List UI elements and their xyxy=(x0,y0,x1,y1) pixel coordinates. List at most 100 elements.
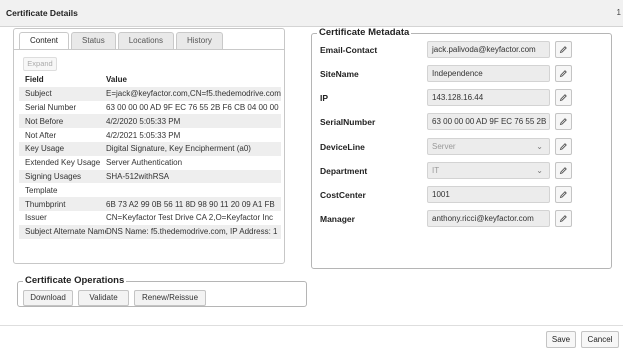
field-name: Extended Key Usage xyxy=(25,158,101,168)
tab-content[interactable]: Content xyxy=(19,32,70,49)
department-value: IT xyxy=(432,166,440,175)
metadata-label: CostCenter xyxy=(320,190,366,200)
table-row[interactable]: Thumbprint 6B 73 A2 99 0B 56 11 8D 98 90 … xyxy=(19,197,281,211)
column-header-field[interactable]: Field xyxy=(19,75,106,84)
field-value: Digital Signature, Key Encipherment (a0) xyxy=(106,144,251,154)
manager-field[interactable]: anthony.ricci@keyfactor.com xyxy=(427,210,550,227)
chevron-down-icon: ⌄ xyxy=(536,142,543,151)
metadata-row-serialnumber: SerialNumber 63 00 00 00 AD 9F EC 76 55 … xyxy=(312,113,613,130)
department-select[interactable]: IT ⌄ xyxy=(427,162,550,179)
edit-button[interactable] xyxy=(555,138,572,155)
metadata-row-ip: IP 143.128.16.44 xyxy=(312,89,613,106)
pencil-icon xyxy=(559,118,567,126)
table-row[interactable]: Issuer CN=Keyfactor Test Drive CA 2,O=Key… xyxy=(19,211,281,225)
tab-divider xyxy=(14,49,284,50)
field-value: DNS Name: f5.thedemodrive.com, IP Addres… xyxy=(106,227,278,237)
certificate-operations: Certificate Operations Download Validate… xyxy=(17,275,307,307)
pencil-icon xyxy=(559,215,567,223)
field-name: Not After xyxy=(25,130,57,140)
tab-bar: Content Status Locations History xyxy=(19,32,225,49)
field-name: Signing Usages xyxy=(25,171,82,181)
table-row[interactable]: Not After 4/2/2021 5:05:33 PM xyxy=(19,128,281,142)
field-name: Subject xyxy=(25,89,52,99)
certificate-metadata: Certificate Metadata Email-Contact jack.… xyxy=(311,27,613,269)
field-name: Subject Alternate Names xyxy=(25,227,106,237)
ip-field[interactable]: 143.128.16.44 xyxy=(427,89,550,106)
sitename-field[interactable]: Independence xyxy=(427,65,550,82)
field-value: 6B 73 A2 99 0B 56 11 8D 98 90 11 20 09 A… xyxy=(106,199,275,209)
edit-button[interactable] xyxy=(555,210,572,227)
deviceline-value: Server xyxy=(432,142,456,151)
pencil-icon xyxy=(559,70,567,78)
edit-button[interactable] xyxy=(555,65,572,82)
pencil-icon xyxy=(559,191,567,199)
metadata-row-email-contact: Email-Contact jack.palivoda@keyfactor.co… xyxy=(312,41,613,58)
pencil-icon xyxy=(559,143,567,151)
table-row[interactable]: Template xyxy=(19,183,281,197)
pencil-icon xyxy=(559,167,567,175)
field-name: Not Before xyxy=(25,116,64,126)
content-panel: Content Status Locations History Expand … xyxy=(13,28,285,264)
field-value: SHA-512withRSA xyxy=(106,171,170,181)
metadata-row-manager: Manager anthony.ricci@keyfactor.com xyxy=(312,210,613,227)
table-row[interactable]: Signing Usages SHA-512withRSA xyxy=(19,169,281,184)
field-value: 63 00 00 00 AD 9F EC 76 55 2B F6 CB 04 0… xyxy=(106,102,279,112)
details-grid: Field Value Subject E=jack@keyfactor.com,… xyxy=(19,73,281,265)
metadata-label: Department xyxy=(320,166,368,176)
email-contact-field[interactable]: jack.palivoda@keyfactor.com xyxy=(427,41,550,58)
table-row[interactable]: Key Usage Digital Signature, Key Encipher… xyxy=(19,141,281,156)
metadata-label: Email-Contact xyxy=(320,45,378,55)
metadata-title: Certificate Metadata xyxy=(317,27,412,38)
field-value: E=jack@keyfactor.com,CN=f5.thedemodrive.… xyxy=(106,89,281,99)
pencil-icon xyxy=(559,46,567,54)
metadata-label: DeviceLine xyxy=(320,142,365,152)
edit-button[interactable] xyxy=(555,41,572,58)
dialog-titlebar: Certificate Details 1 xyxy=(0,0,623,27)
tab-status[interactable]: Status xyxy=(71,32,116,49)
field-value: 4/2/2020 5:05:33 PM xyxy=(106,116,181,126)
grid-header: Field Value xyxy=(19,73,281,87)
footer-divider xyxy=(0,325,623,326)
field-name: Issuer xyxy=(25,213,47,223)
metadata-row-deviceline: DeviceLine Server ⌄ xyxy=(312,138,613,155)
field-name: Serial Number xyxy=(25,102,77,112)
pencil-icon xyxy=(559,94,567,102)
field-name: Template xyxy=(25,185,58,195)
table-row[interactable]: Extended Key Usage Server Authentication xyxy=(19,156,281,170)
edit-button[interactable] xyxy=(555,89,572,106)
table-row[interactable]: Subject Alternate Names DNS Name: f5.thed… xyxy=(19,224,281,239)
deviceline-select[interactable]: Server ⌄ xyxy=(427,138,550,155)
close-button[interactable]: 1 xyxy=(617,8,621,17)
validate-button[interactable]: Validate xyxy=(78,290,129,306)
field-name: Thumbprint xyxy=(25,199,66,209)
edit-button[interactable] xyxy=(555,162,572,179)
edit-button[interactable] xyxy=(555,186,572,203)
metadata-label: IP xyxy=(320,93,329,103)
table-row[interactable]: Subject E=jack@keyfactor.com,CN=f5.thedem… xyxy=(19,86,281,101)
table-row[interactable]: Serial Number 63 00 00 00 AD 9F EC 76 55 … xyxy=(19,101,281,115)
metadata-label: SiteName xyxy=(320,69,359,79)
metadata-label: SerialNumber xyxy=(320,117,376,127)
download-button[interactable]: Download xyxy=(23,290,73,306)
metadata-row-costcenter: CostCenter 1001 xyxy=(312,186,613,203)
tab-locations[interactable]: Locations xyxy=(117,32,174,49)
field-value: 4/2/2021 5:05:33 PM xyxy=(106,130,181,140)
costcenter-field[interactable]: 1001 xyxy=(427,186,550,203)
save-button[interactable]: Save xyxy=(546,331,576,348)
field-value: Server Authentication xyxy=(106,158,183,168)
tab-history[interactable]: History xyxy=(175,32,223,49)
edit-button[interactable] xyxy=(555,113,572,130)
cancel-button[interactable]: Cancel xyxy=(581,331,619,348)
column-header-value[interactable]: Value xyxy=(106,75,281,84)
chevron-down-icon: ⌄ xyxy=(536,166,543,175)
metadata-row-sitename: SiteName Independence xyxy=(312,65,613,82)
field-value: CN=Keyfactor Test Drive CA 2,O=Keyfactor… xyxy=(106,213,274,223)
operations-title: Certificate Operations xyxy=(23,275,127,286)
expand-button[interactable]: Expand xyxy=(23,57,57,71)
table-row[interactable]: Not Before 4/2/2020 5:05:33 PM xyxy=(19,114,281,129)
metadata-label: Manager xyxy=(320,214,355,224)
serialnumber-field[interactable]: 63 00 00 00 AD 9F EC 76 55 2B F6 CB 04 xyxy=(427,113,550,130)
renew-reissue-button[interactable]: Renew/Reissue xyxy=(134,290,206,306)
metadata-row-department: Department IT ⌄ xyxy=(312,162,613,179)
field-name: Key Usage xyxy=(25,144,65,154)
